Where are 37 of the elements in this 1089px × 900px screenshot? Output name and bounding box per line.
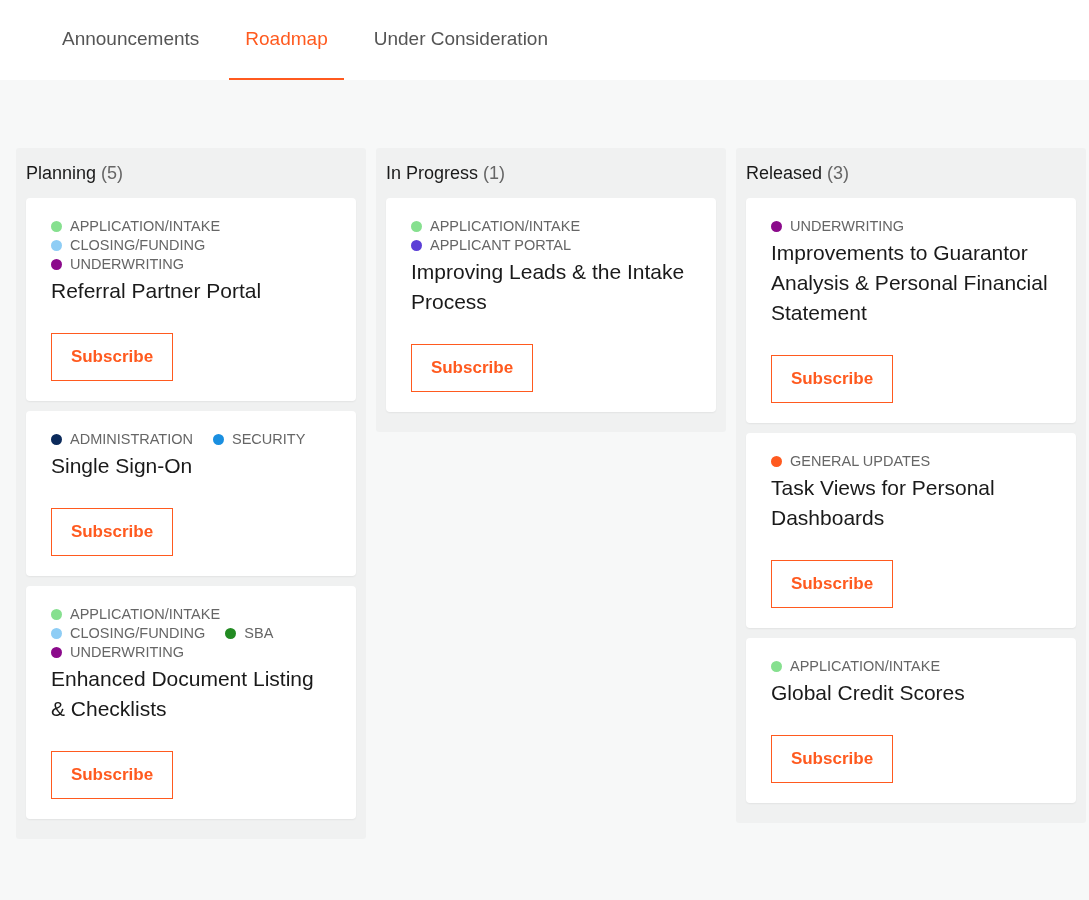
card-title: Global Credit Scores [771,680,966,706]
tag-label: GENERAL UPDATES [790,453,931,469]
tag-label: SBA [244,625,274,641]
tag-label: UNDERWRITING [70,256,185,272]
column-title: In Progress [386,162,479,184]
subscribe-button[interactable]: Subscribe [51,751,173,799]
tab[interactable]: Announcements [46,0,216,80]
tag-label: APPLICATION/INTAKE [790,658,941,674]
tag-label: UNDERWRITING [790,218,905,234]
tab[interactable]: Under Consideration [357,0,564,80]
tag-label: APPLICATION/INTAKE [430,218,581,234]
subscribe-button[interactable]: Subscribe [771,355,893,403]
tag-label: APPLICANT PORTAL [430,237,572,253]
column-count: (3) [827,162,850,184]
card-title: Task Views for Personal Dashboards [771,475,996,531]
subscribe-button[interactable]: Subscribe [411,344,533,392]
tag-label: ADMINISTRATION [70,431,193,447]
card-title: Improving Leads & the Intake Process [411,259,686,315]
subscribe-button[interactable]: Subscribe [51,333,173,381]
column-count: (5) [101,162,124,184]
subscribe-button[interactable]: Subscribe [771,560,893,608]
column-title: Released [746,162,823,184]
card-title: Enhanced Document Listing & Checklists [51,666,315,722]
subscribe-button[interactable]: Subscribe [771,735,893,783]
tag-label: SECURITY [232,431,306,447]
card-title: Referral Partner Portal [51,278,263,304]
subscribe-button[interactable]: Subscribe [51,508,173,556]
card-title: Improvements to Guarantor Analysis & Personal Financial Statement [771,240,1049,326]
tag-label: CLOSING/FUNDING [70,625,206,641]
column-title: Planning [26,162,97,184]
tag-label: CLOSING/FUNDING [70,237,206,253]
tag-label: APPLICATION/INTAKE [70,218,221,234]
tag-label: APPLICATION/INTAKE [70,606,221,622]
tab[interactable]: Roadmap [229,0,344,80]
column-count: (1) [483,162,506,184]
card-title: Single Sign-On [51,453,194,479]
tag-label: UNDERWRITING [70,644,185,660]
